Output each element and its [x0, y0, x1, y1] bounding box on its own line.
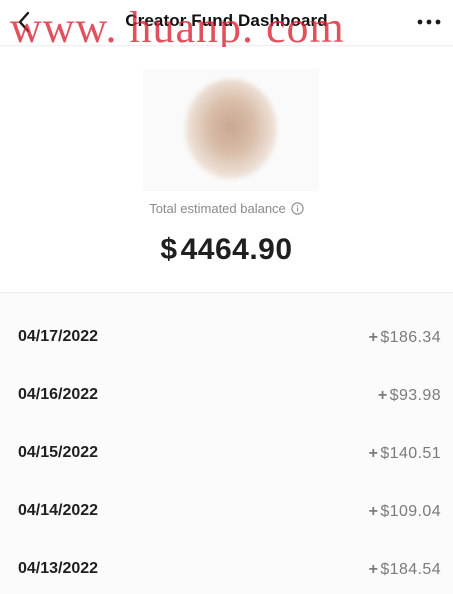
earnings-amount: + $140.51	[368, 445, 441, 462]
avatar	[185, 79, 277, 179]
earnings-date: 04/17/2022	[18, 328, 99, 345]
top-bar: Creator Fund Dashboard	[0, 0, 453, 46]
more-options-button[interactable]	[415, 8, 443, 36]
earnings-row[interactable]: 04/13/2022 + $184.54	[0, 542, 453, 594]
balance-header: Total estimated balance $4464.90	[0, 47, 453, 293]
balance-currency: $	[160, 233, 178, 266]
earnings-list: 04/17/2022 + $186.34 04/16/2022 + $93.98 0…	[0, 310, 453, 594]
balance-label: Total estimated balance	[149, 201, 286, 216]
total-balance-value: $4464.90	[0, 233, 453, 267]
balance-amount: 4464.90	[180, 233, 293, 266]
earnings-amount: + $93.98	[377, 387, 441, 404]
earnings-row[interactable]: 04/15/2022 + $140.51	[0, 426, 453, 484]
earnings-row[interactable]: 04/16/2022 + $93.98	[0, 368, 453, 426]
earnings-row[interactable]: 04/14/2022 + $109.04	[0, 484, 453, 542]
creator-fund-dashboard-screen: Creator Fund Dashboard www. huanp. com T…	[0, 0, 453, 594]
earnings-date: 04/13/2022	[18, 560, 99, 577]
earnings-amount: + $184.54	[368, 561, 441, 578]
earnings-date: 04/15/2022	[18, 444, 99, 461]
earnings-date: 04/16/2022	[18, 386, 99, 403]
earnings-date: 04/14/2022	[18, 502, 99, 519]
page-title: Creator Fund Dashboard	[125, 11, 328, 30]
balance-label-row: Total estimated balance	[0, 201, 453, 216]
earnings-row[interactable]: 04/17/2022 + $186.34	[0, 310, 453, 368]
info-icon[interactable]	[291, 202, 304, 215]
more-horizontal-icon	[417, 19, 441, 25]
earnings-amount: + $186.34	[368, 329, 441, 346]
earnings-amount: + $109.04	[368, 503, 441, 520]
profile-photo-area	[143, 69, 319, 191]
